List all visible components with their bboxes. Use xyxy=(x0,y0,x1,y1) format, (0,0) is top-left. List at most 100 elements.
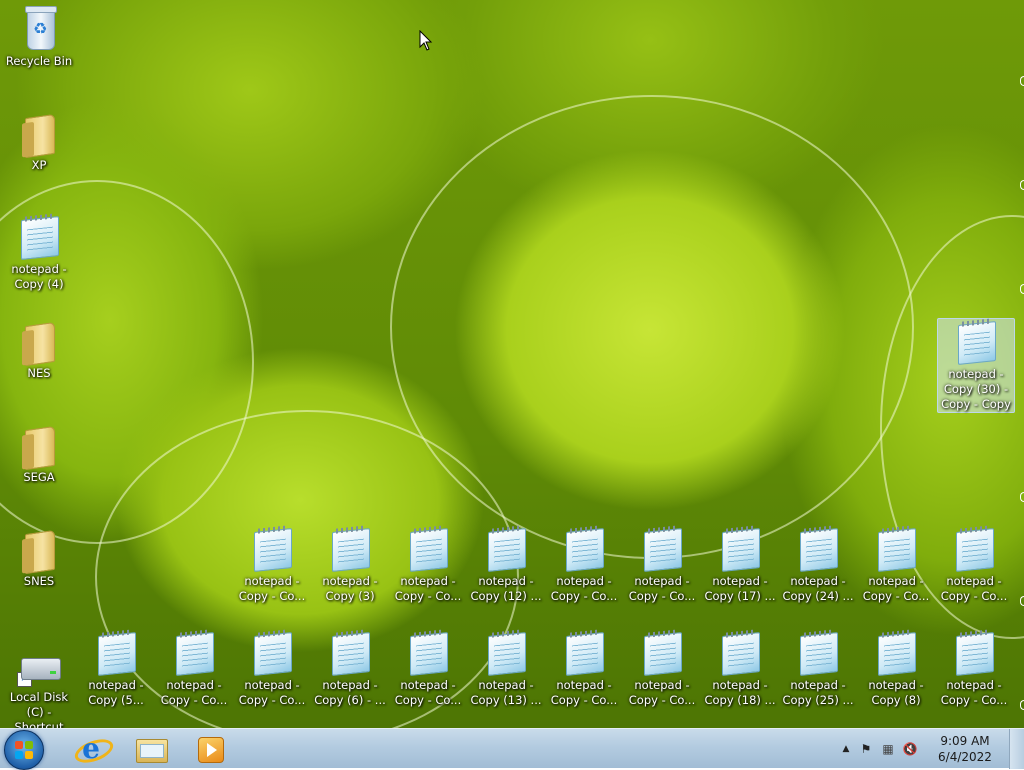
taskbar-internet-explorer[interactable]: e xyxy=(62,731,118,768)
notepad-icon xyxy=(874,630,918,676)
notepad-icon xyxy=(640,630,684,676)
taskbar-windows-explorer[interactable] xyxy=(122,731,178,767)
notepad-icon xyxy=(94,630,138,676)
desktop-icon-sega[interactable]: SEGA xyxy=(1,422,77,485)
desktop-icon-notepad[interactable]: notepad - Copy - Co... xyxy=(936,526,1012,604)
icon-label: notepad - Copy (6) - ... xyxy=(314,678,386,707)
system-tray: ▲ ⚑ ▦ 🔇 9:09 AM 6/4/2022 xyxy=(834,729,1024,769)
folder-explorer-icon xyxy=(136,739,168,763)
notepad-icon xyxy=(718,526,762,572)
folder-icon xyxy=(17,526,61,575)
notepad-icon xyxy=(406,526,450,572)
recycle-bin-icon xyxy=(17,6,61,52)
notepad-icon xyxy=(952,630,996,676)
taskbar: e ▲ ⚑ ▦ 🔇 9:09 AM 6/4/2022 xyxy=(0,728,1024,770)
desktop-icon-recycle-bin[interactable]: Recycle Bin xyxy=(1,6,77,69)
icon-label: notepad - Copy (25) ... xyxy=(782,678,854,707)
desktop[interactable]: notepad - Copy (30) - Copy - Copy Recycl… xyxy=(0,0,1024,728)
icon-label: notepad - Copy - Co... xyxy=(550,574,618,603)
desktop-icon-nes[interactable]: NES xyxy=(1,318,77,381)
desktop-icon-snes[interactable]: SNES xyxy=(1,526,77,589)
desktop-icon-notepad[interactable]: notepad - Copy (13) ... xyxy=(468,630,544,708)
desktop-icon-notepad[interactable]: notepad - Copy - Co... xyxy=(546,526,622,604)
icon-label: Recycle Bin xyxy=(5,54,73,68)
icon-label: SNES xyxy=(23,574,55,588)
icon-label: notepad - Copy (8) xyxy=(868,678,924,707)
desktop-icon-notepad[interactable]: notepad - Copy - Co... xyxy=(156,630,232,708)
desktop-icon-notepad[interactable]: notepad - Copy - Co... xyxy=(546,630,622,708)
desktop-icon-notepad[interactable]: notepad - Copy - Co... xyxy=(390,630,466,708)
notepad-icon xyxy=(250,630,294,676)
notepad-icon xyxy=(484,526,528,572)
windows-logo-icon xyxy=(15,741,33,759)
start-button[interactable] xyxy=(4,730,44,770)
desktop-icon-local-disk[interactable]: ↗Local Disk (C) - Shortcut xyxy=(1,642,77,728)
icon-label: notepad - Copy (12) ... xyxy=(470,574,542,603)
icon-label: notepad - Copy (24) ... xyxy=(782,574,854,603)
volume-muted-icon[interactable]: 🔇 xyxy=(902,741,918,757)
notepad-icon xyxy=(718,630,762,676)
media-player-icon xyxy=(198,737,224,763)
folder-icon xyxy=(17,110,61,159)
desktop-icon-notepad-copy-4[interactable]: notepad - Copy (4) xyxy=(1,214,77,292)
icon-label: notepad - Copy (17) ... xyxy=(704,574,776,603)
icon-label: notepad - Copy - Co... xyxy=(940,678,1008,707)
desktop-icon-notepad[interactable]: notepad - Copy (12) ... xyxy=(468,526,544,604)
desktop-icon-notepad[interactable]: notepad - Copy (25) ... xyxy=(780,630,856,708)
icon-label: notepad - Copy (4) xyxy=(11,262,67,291)
icon-label: notepad - Copy - Co... xyxy=(160,678,228,707)
show-hidden-icons-icon[interactable]: ▲ xyxy=(838,741,854,757)
action-center-flag-icon[interactable]: ⚑ xyxy=(858,741,874,757)
icon-label: notepad - Copy - Co... xyxy=(940,574,1008,603)
desktop-icon-notepad[interactable]: notepad - Copy (8) xyxy=(858,630,934,708)
notepad-icon xyxy=(954,319,998,365)
show-desktop-button[interactable] xyxy=(1009,729,1024,769)
icon-label: notepad - Copy (5... xyxy=(88,678,144,707)
desktop-icon-notepad[interactable]: notepad - Copy (3) xyxy=(312,526,388,604)
network-icon[interactable]: ▦ xyxy=(880,741,896,757)
notepad-icon xyxy=(874,526,918,572)
taskbar-media-player[interactable] xyxy=(182,731,238,767)
desktop-icon-notepad[interactable]: notepad - Copy - Co... xyxy=(234,630,310,708)
notepad-icon xyxy=(952,526,996,572)
offscreen-icons-edge xyxy=(1018,0,1024,728)
notepad-icon xyxy=(484,630,528,676)
icon-label: notepad - Copy (30) - Copy - Copy xyxy=(941,367,1011,411)
desktop-icon-notepad[interactable]: notepad - Copy - Co... xyxy=(936,630,1012,708)
icon-label: NES xyxy=(27,366,51,380)
icon-label: SEGA xyxy=(23,470,55,484)
notepad-icon xyxy=(406,630,450,676)
desktop-icon-notepad[interactable]: notepad - Copy (24) ... xyxy=(780,526,856,604)
notepad-icon xyxy=(562,526,606,572)
drive-icon: ↗ xyxy=(17,642,61,688)
icon-label: notepad - Copy (18) ... xyxy=(704,678,776,707)
icon-label: notepad - Copy - Co... xyxy=(550,678,618,707)
clock[interactable]: 9:09 AM 6/4/2022 xyxy=(932,733,998,765)
desktop-icon-notepad[interactable]: notepad - Copy - Co... xyxy=(858,526,934,604)
desktop-icon-notepad[interactable]: notepad - Copy - Co... xyxy=(624,526,700,604)
desktop-icon-notepad[interactable]: notepad - Copy (18) ... xyxy=(702,630,778,708)
icon-label: notepad - Copy (3) xyxy=(322,574,378,603)
notepad-icon xyxy=(796,526,840,572)
desktop-icon-notepad[interactable]: notepad - Copy (17) ... xyxy=(702,526,778,604)
notepad-icon xyxy=(796,630,840,676)
desktop-icon-notepad[interactable]: notepad - Copy - Co... xyxy=(624,630,700,708)
folder-icon xyxy=(17,318,61,367)
desktop-icon-notepad[interactable]: notepad - Copy - Co... xyxy=(234,526,310,604)
folder-icon xyxy=(17,422,61,471)
icon-label: notepad - Copy - Co... xyxy=(394,678,462,707)
desktop-icon-notepad[interactable]: notepad - Copy (6) - ... xyxy=(312,630,388,708)
icon-label: notepad - Copy (13) ... xyxy=(470,678,542,707)
clock-time: 9:09 AM xyxy=(940,734,990,748)
icon-label: notepad - Copy - Co... xyxy=(394,574,462,603)
icon-label: notepad - Copy - Co... xyxy=(862,574,930,603)
clock-date: 6/4/2022 xyxy=(938,750,992,764)
desktop-icon-notepad[interactable]: notepad - Copy (5... xyxy=(78,630,154,708)
desktop-icon-notepad[interactable]: notepad - Copy - Co... xyxy=(390,526,466,604)
desktop-icon-xp[interactable]: XP xyxy=(1,110,77,173)
icon-label: notepad - Copy - Co... xyxy=(238,678,306,707)
icon-label: notepad - Copy - Co... xyxy=(628,574,696,603)
notepad-icon xyxy=(250,526,294,572)
desktop-icon-notepad-selected[interactable]: notepad - Copy (30) - Copy - Copy xyxy=(937,318,1015,413)
icon-label: notepad - Copy - Co... xyxy=(628,678,696,707)
